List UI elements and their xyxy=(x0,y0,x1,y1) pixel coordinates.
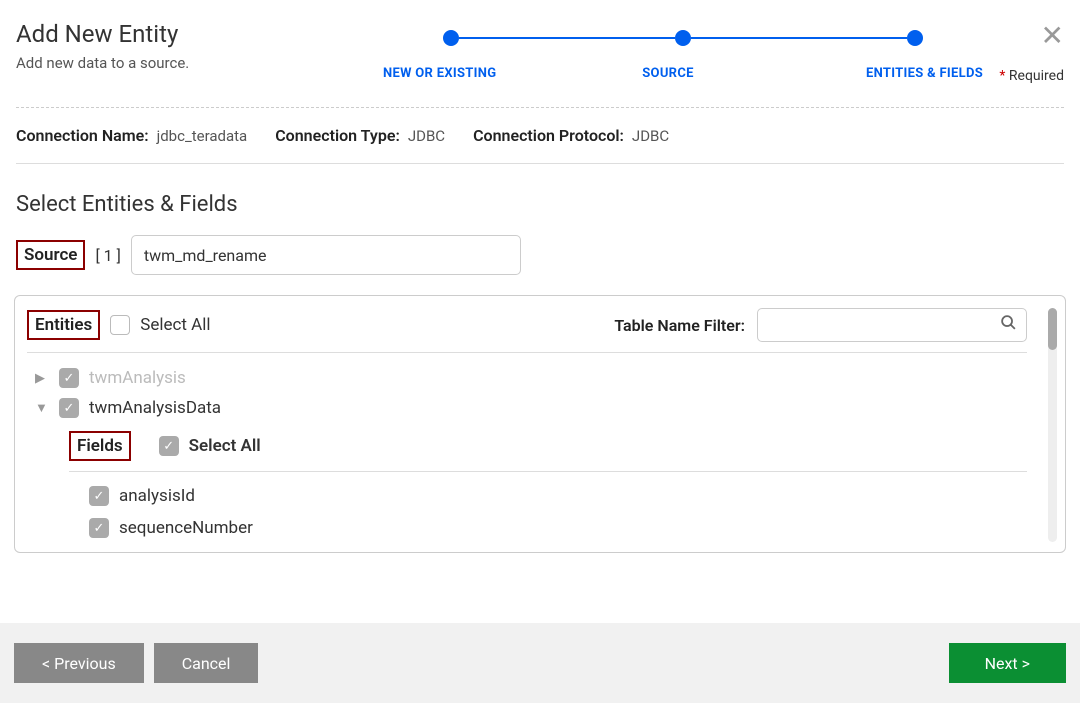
fields-select-all-label: Select All xyxy=(189,436,261,456)
source-count: [ 1 ] xyxy=(95,246,120,265)
previous-button[interactable]: < Previous xyxy=(14,643,144,683)
step-node-2[interactable] xyxy=(675,30,691,46)
connection-type-label: Connection Type: xyxy=(275,126,400,145)
field-row-analysisId[interactable]: ✓ analysisId xyxy=(69,480,1027,512)
search-icon[interactable] xyxy=(1000,314,1017,336)
entity-row-twmAnalysis[interactable]: ▶ ✓ twmAnalysis xyxy=(27,363,1027,393)
wizard-stepper: NEW OR EXISTING SOURCE ENTITIES & FIELDS xyxy=(286,20,1080,81)
entities-label: Entities xyxy=(27,310,100,340)
field-label: analysisId xyxy=(119,486,195,506)
entity-label: twmAnalysisData xyxy=(89,398,221,418)
close-icon[interactable]: ✕ xyxy=(1041,22,1064,50)
entity-row-twmAnalysisData[interactable]: ▼ ✓ twmAnalysisData xyxy=(27,393,1027,423)
step-label-entities-fields[interactable]: ENTITIES & FIELDS xyxy=(803,66,983,81)
fields-select-all-checkbox[interactable]: ✓ xyxy=(159,436,179,456)
step-node-3[interactable] xyxy=(907,30,923,46)
connection-protocol-value: JDBC xyxy=(632,127,669,145)
step-connector xyxy=(459,37,675,39)
fields-label: Fields xyxy=(69,431,131,461)
field-checkbox[interactable]: ✓ xyxy=(89,518,109,538)
connection-protocol-label: Connection Protocol: xyxy=(473,126,624,145)
entity-label: twmAnalysis xyxy=(89,368,186,388)
source-input[interactable] xyxy=(131,235,521,275)
chevron-right-icon[interactable]: ▶ xyxy=(35,371,49,386)
connection-name-value: jdbc_teradata xyxy=(157,127,248,145)
step-label-new-or-existing[interactable]: NEW OR EXISTING xyxy=(383,66,533,81)
next-button[interactable]: Next > xyxy=(949,643,1066,683)
source-label: Source xyxy=(16,240,85,270)
connection-type-value: JDBC xyxy=(408,127,445,145)
table-filter-label: Table Name Filter: xyxy=(614,316,745,335)
field-label: sequenceNumber xyxy=(119,518,253,538)
page-title: Add New Entity xyxy=(16,20,286,48)
connection-name-label: Connection Name: xyxy=(16,126,149,145)
entities-select-all-label: Select All xyxy=(140,315,210,335)
cancel-button[interactable]: Cancel xyxy=(154,643,259,683)
entity-checkbox[interactable]: ✓ xyxy=(59,368,79,388)
step-label-source[interactable]: SOURCE xyxy=(618,66,718,81)
entity-checkbox[interactable]: ✓ xyxy=(59,398,79,418)
chevron-down-icon[interactable]: ▼ xyxy=(35,400,49,416)
scrollbar-thumb[interactable] xyxy=(1048,308,1057,350)
required-indicator: * Required xyxy=(999,68,1064,84)
table-filter-input[interactable] xyxy=(757,308,1027,342)
page-subtitle: Add new data to a source. xyxy=(16,54,286,72)
section-title: Select Entities & Fields xyxy=(0,164,1080,235)
step-node-1[interactable] xyxy=(443,30,459,46)
step-connector xyxy=(691,37,907,39)
entities-select-all-checkbox[interactable] xyxy=(110,315,130,335)
field-row-sequenceNumber[interactable]: ✓ sequenceNumber xyxy=(69,512,1027,544)
scrollbar[interactable] xyxy=(1048,308,1057,542)
field-checkbox[interactable]: ✓ xyxy=(89,486,109,506)
